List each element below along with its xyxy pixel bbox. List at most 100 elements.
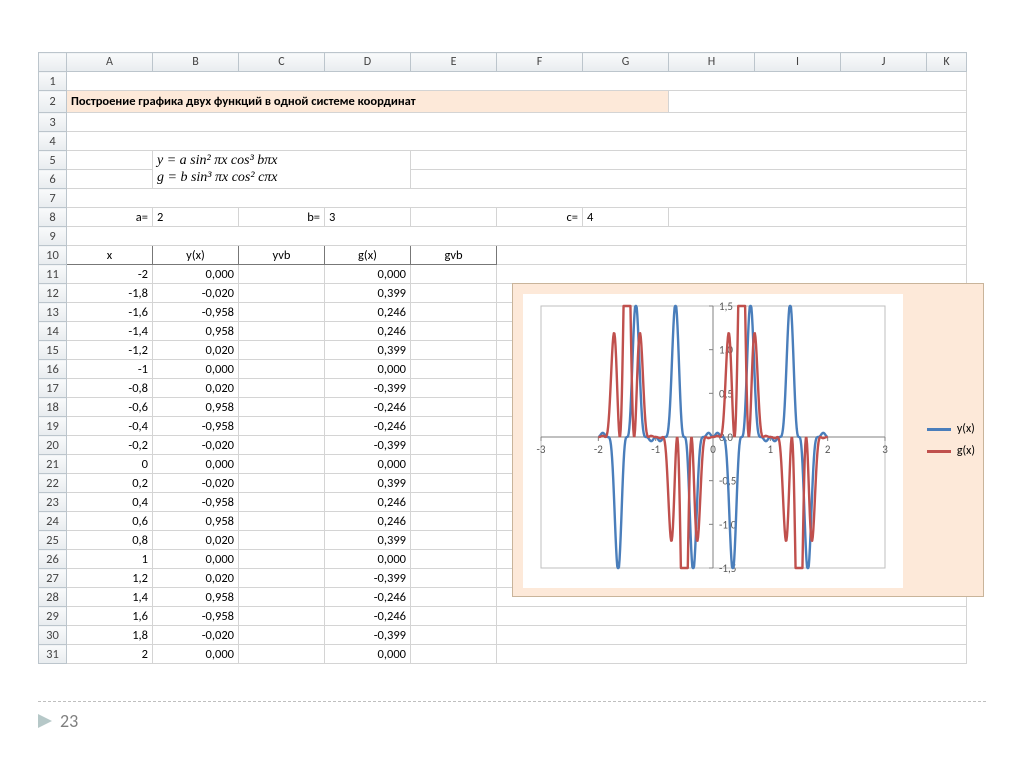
row-header[interactable]: 23 [39,493,67,512]
table-row[interactable]: 291,6-0,958-0,246 [39,607,967,626]
cell-g[interactable]: 0,246 [325,512,411,531]
cell-x[interactable]: 1,8 [67,626,153,645]
row-header[interactable]: 6 [39,170,67,189]
cell-yvb[interactable] [239,398,325,417]
cell-gvb[interactable] [411,284,497,303]
cell-x[interactable]: 1 [67,550,153,569]
cell-x[interactable]: 0,8 [67,531,153,550]
cell-y[interactable]: -0,020 [153,436,239,455]
th-y[interactable]: y(x) [153,246,239,265]
cell-yvb[interactable] [239,626,325,645]
cell-y[interactable]: 0,000 [153,265,239,284]
cell-x[interactable]: -1,2 [67,341,153,360]
cell-gvb[interactable] [411,436,497,455]
cell-gvb[interactable] [411,417,497,436]
cell-g[interactable]: -0,246 [325,588,411,607]
cell-yvb[interactable] [239,284,325,303]
param-a-value[interactable]: 2 [153,208,239,227]
row-header[interactable]: 26 [39,550,67,569]
cell-x[interactable]: 1,4 [67,588,153,607]
cell-g[interactable]: -0,246 [325,398,411,417]
th-gvb[interactable]: gvb [411,246,497,265]
cell-g[interactable]: 0,246 [325,322,411,341]
cell-y[interactable]: 0,958 [153,588,239,607]
cell-y[interactable]: 0,958 [153,512,239,531]
col-header[interactable]: C [239,53,325,72]
cell-y[interactable]: 0,958 [153,322,239,341]
th-yvb[interactable]: yvb [239,246,325,265]
table-row[interactable]: 301,8-0,020-0,399 [39,626,967,645]
row-header[interactable]: 20 [39,436,67,455]
row-header[interactable]: 13 [39,303,67,322]
row-header[interactable]: 15 [39,341,67,360]
cell-y[interactable]: -0,958 [153,607,239,626]
col-header[interactable]: E [411,53,497,72]
row-header[interactable]: 4 [39,132,67,151]
cell-gvb[interactable] [411,626,497,645]
cell[interactable] [497,265,967,284]
cell-gvb[interactable] [411,398,497,417]
row-header[interactable]: 1 [39,72,67,91]
cell-g[interactable]: 0,000 [325,455,411,474]
cell-x[interactable]: -0,6 [67,398,153,417]
param-a-label[interactable]: a= [67,208,153,227]
cell-yvb[interactable] [239,436,325,455]
row-header[interactable]: 30 [39,626,67,645]
cell-yvb[interactable] [239,645,325,664]
row-header[interactable]: 11 [39,265,67,284]
cell-yvb[interactable] [239,569,325,588]
cell-g[interactable]: 0,000 [325,265,411,284]
cell-gvb[interactable] [411,493,497,512]
cell-gvb[interactable] [411,588,497,607]
cell-x[interactable]: -0,4 [67,417,153,436]
cell-g[interactable]: -0,399 [325,436,411,455]
cell-g[interactable]: 0,399 [325,531,411,550]
cell-y[interactable]: 0,020 [153,379,239,398]
select-all-corner[interactable] [39,53,67,72]
cell[interactable] [497,246,967,265]
cell-y[interactable]: -0,020 [153,626,239,645]
row-header[interactable]: 2 [39,91,67,113]
row-header[interactable]: 28 [39,588,67,607]
cell-gvb[interactable] [411,645,497,664]
cell-x[interactable]: -2 [67,265,153,284]
th-g[interactable]: g(x) [325,246,411,265]
row-header[interactable]: 31 [39,645,67,664]
cell-gvb[interactable] [411,379,497,398]
cell[interactable] [67,72,967,91]
row-header[interactable]: 18 [39,398,67,417]
cell-gvb[interactable] [411,607,497,626]
cell[interactable] [67,227,967,246]
col-header[interactable]: J [841,53,927,72]
cell-g[interactable]: -0,246 [325,607,411,626]
chart-object[interactable]: -3-2-10123-1,5-1,0-0,50,00,51,01,5 y(x) … [512,283,984,597]
cell-y[interactable]: 0,000 [153,360,239,379]
cell-yvb[interactable] [239,417,325,436]
cell[interactable] [411,170,967,189]
cell-gvb[interactable] [411,303,497,322]
cell-g[interactable]: 0,246 [325,493,411,512]
cell[interactable] [67,151,153,170]
cell-y[interactable]: 0,020 [153,569,239,588]
cell-gvb[interactable] [411,455,497,474]
cell-x[interactable]: -0,2 [67,436,153,455]
col-header[interactable]: I [755,53,841,72]
row-header[interactable]: 21 [39,455,67,474]
cell[interactable] [67,132,967,151]
cell-gvb[interactable] [411,512,497,531]
cell-g[interactable]: 0,000 [325,645,411,664]
cell-yvb[interactable] [239,455,325,474]
row-header[interactable]: 5 [39,151,67,170]
param-b-label[interactable]: b= [239,208,325,227]
cell-x[interactable]: 1,6 [67,607,153,626]
cell-yvb[interactable] [239,322,325,341]
cell-x[interactable]: 2 [67,645,153,664]
cell-yvb[interactable] [239,531,325,550]
cell-g[interactable]: -0,246 [325,417,411,436]
cell-gvb[interactable] [411,322,497,341]
row-header[interactable]: 14 [39,322,67,341]
cell[interactable] [669,208,967,227]
cell-gvb[interactable] [411,474,497,493]
param-c-label[interactable]: c= [497,208,583,227]
cell-yvb[interactable] [239,341,325,360]
